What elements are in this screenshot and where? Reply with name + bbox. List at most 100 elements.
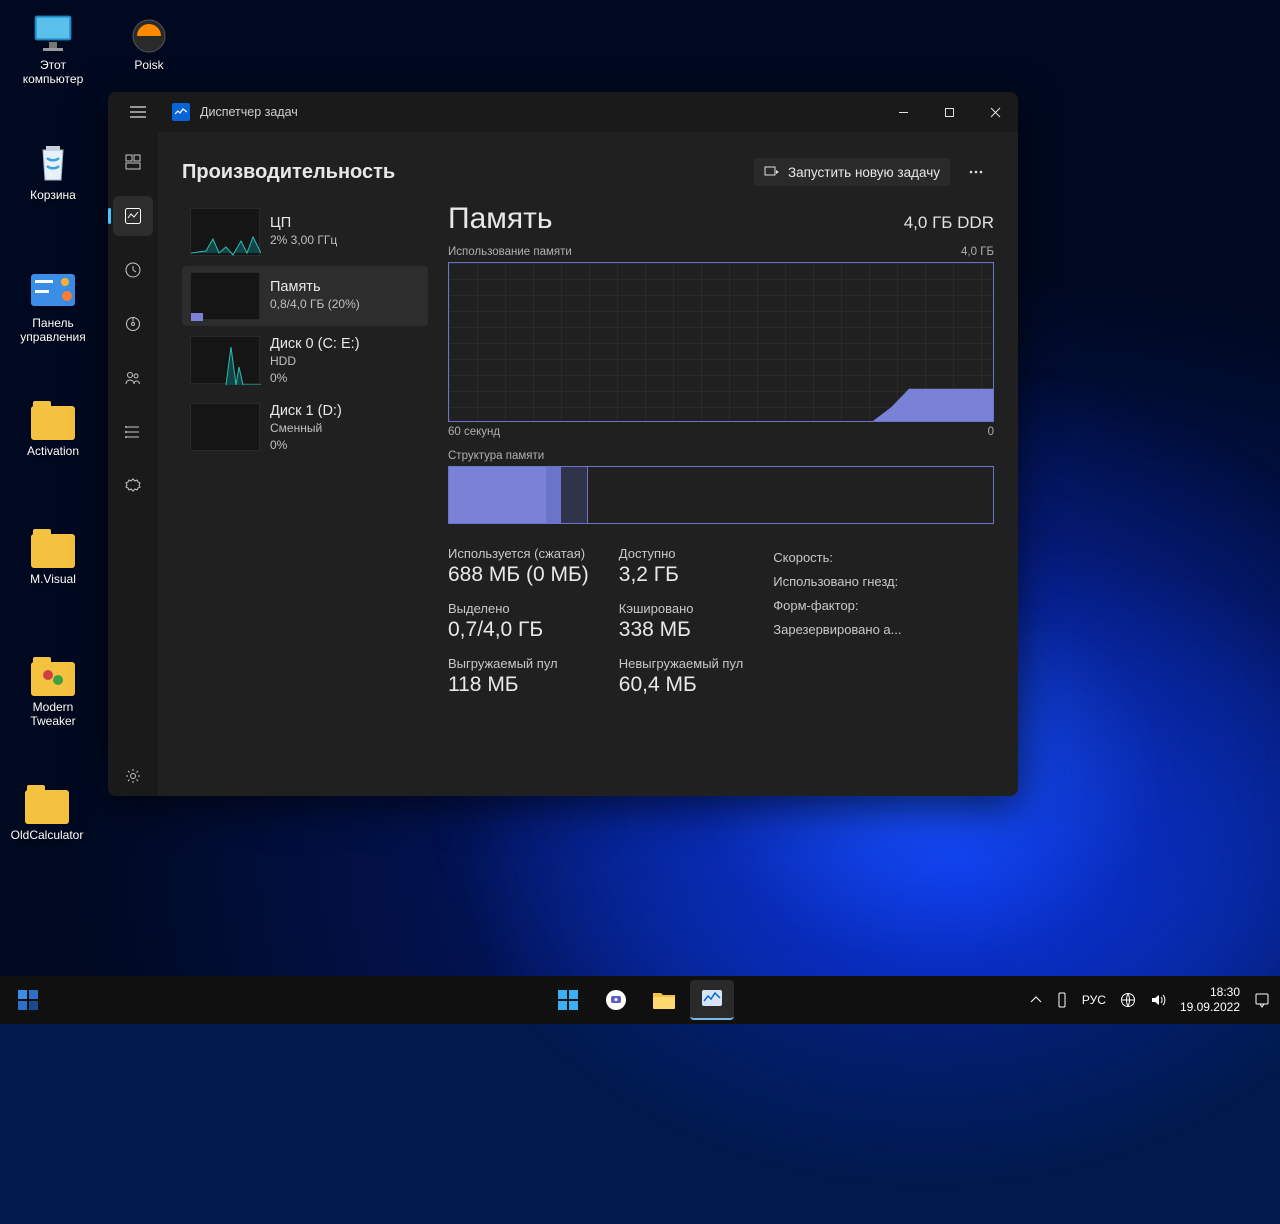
maximize-button[interactable] [926,92,972,132]
tray-usb-icon[interactable] [1056,992,1068,1008]
rail-processes[interactable] [113,142,153,182]
used-value: 688 МБ (0 МБ) [448,563,589,587]
perf-thumb [190,336,260,384]
clock-time: 18:30 [1180,985,1240,1000]
more-button[interactable] [958,156,994,188]
clock-date: 19.09.2022 [1180,1000,1240,1015]
taskbar: РУС 18:30 19.09.2022 [0,976,1280,1024]
notifications-button[interactable] [1254,992,1270,1008]
taskbar-center [546,980,734,1020]
cached-value: 338 МБ [619,618,744,642]
app-icon [172,103,190,121]
nonpaged-value: 60,4 МБ [619,673,744,697]
committed-label: Выделено [448,601,589,616]
rail-users[interactable] [113,358,153,398]
tray-network-icon[interactable] [1120,992,1136,1008]
rail-performance[interactable] [113,196,153,236]
perf-line3: 0% [270,437,342,454]
perf-item-1[interactable]: Память0,8/4,0 ГБ (20%) [182,266,428,326]
language-indicator[interactable]: РУС [1082,993,1106,1007]
meta-form: Форм-фактор: [773,594,901,618]
committed-value: 0,7/4,0 ГБ [448,618,589,642]
content-area: Производительность Запустить новую задач… [158,132,1018,796]
detail-title: Память [448,202,553,236]
desktop-icon-m-visual[interactable]: M.Visual [8,528,98,586]
task-manager-button[interactable] [690,980,734,1020]
hamburger-button[interactable] [114,92,162,132]
desktop-icon-oldcalculator[interactable]: OldCalculator [2,784,92,842]
perf-line3: 0% [270,370,360,387]
axis-left: 60 секунд [448,426,500,438]
perf-thumb [190,403,260,451]
close-button[interactable] [972,92,1018,132]
meta-slots: Использовано гнезд: [773,570,901,594]
used-label: Используется (сжатая) [448,546,589,561]
chat-button[interactable] [594,980,638,1020]
meta-reserved: Зарезервировано а... [773,618,901,642]
perf-line2: HDD [270,353,360,370]
composition-label: Структура памяти [448,450,994,462]
perf-line2: Сменный [270,420,342,437]
tray-chevron-icon[interactable] [1030,996,1042,1004]
avail-value: 3,2 ГБ [619,563,744,587]
comp-modified [547,467,561,523]
page-title: Производительность [182,161,395,184]
perf-title: Диск 1 (D:) [270,403,342,420]
perf-line2: 2% 3,00 ГГц [270,232,337,249]
cached-label: Кэшировано [619,601,744,616]
desktop-icon-корзина[interactable]: Корзина [8,144,98,202]
desktop-icon-poisk[interactable]: Poisk [104,14,194,72]
app-title: Диспетчер задач [200,105,298,119]
perf-title: Память [270,279,360,296]
perf-item-3[interactable]: Диск 1 (D:)Сменный0% [182,397,428,460]
perf-list: ЦП2% 3,00 ГГцПамять0,8/4,0 ГБ (20%)Диск … [182,202,428,776]
perf-thumb [190,208,260,256]
run-task-icon [764,164,780,180]
rail-settings[interactable] [113,756,153,796]
system-tray: РУС 18:30 19.09.2022 [1030,985,1270,1015]
meta-column: Скорость: Использовано гнезд: Форм-факто… [773,546,901,697]
window-controls [880,92,1018,132]
minimize-button[interactable] [880,92,926,132]
stats-block: Используется (сжатая) 688 МБ (0 МБ) Выде… [448,546,994,697]
nonpaged-label: Невыгружаемый пул [619,656,744,671]
perf-title: Диск 0 (C: E:) [270,336,360,353]
detail-capacity: 4,0 ГБ DDR [904,213,994,233]
perf-line2: 0,8/4,0 ГБ (20%) [270,296,360,313]
perf-item-2[interactable]: Диск 0 (C: E:)HDD0% [182,330,428,393]
memory-composition[interactable] [448,466,994,524]
meta-speed: Скорость: [773,546,901,570]
graph-fill [873,387,993,421]
tray-volume-icon[interactable] [1150,993,1166,1007]
run-new-task-button[interactable]: Запустить новую задачу [754,158,950,186]
comp-free [588,467,993,523]
run-task-label: Запустить новую задачу [788,165,940,180]
desktop-icon-activation[interactable]: Activation [8,400,98,458]
clock[interactable]: 18:30 19.09.2022 [1180,985,1240,1015]
perf-thumb [190,272,260,320]
memory-usage-graph[interactable] [448,262,994,422]
paged-value: 118 МБ [448,673,589,697]
desktop-icon-этот-компьютер[interactable]: Этоткомпьютер [8,14,98,86]
desktop-icon-панель-управления[interactable]: Панельуправления [8,272,98,344]
desktop-icon-modern-tweaker[interactable]: ModernTweaker [8,656,98,728]
task-manager-window: Диспетчер задач Производительность [108,92,1018,796]
rail-services[interactable] [113,466,153,506]
avail-label: Доступно [619,546,744,561]
rail-details[interactable] [113,412,153,452]
axis-right: 0 [988,426,994,438]
explorer-button[interactable] [642,980,686,1020]
titlebar[interactable]: Диспетчер задач [108,92,1018,132]
perf-item-0[interactable]: ЦП2% 3,00 ГГц [182,202,428,262]
nav-rail [108,132,158,796]
rail-startup[interactable] [113,304,153,344]
perf-title: ЦП [270,215,337,232]
widgets-button[interactable] [10,982,46,1018]
usage-label: Использование памяти [448,246,572,258]
detail-pane: Память 4,0 ГБ DDR Использование памяти 4… [448,202,994,776]
comp-standby [561,467,588,523]
start-button[interactable] [546,980,590,1020]
paged-label: Выгружаемый пул [448,656,589,671]
usage-max: 4,0 ГБ [961,246,994,258]
rail-history[interactable] [113,250,153,290]
